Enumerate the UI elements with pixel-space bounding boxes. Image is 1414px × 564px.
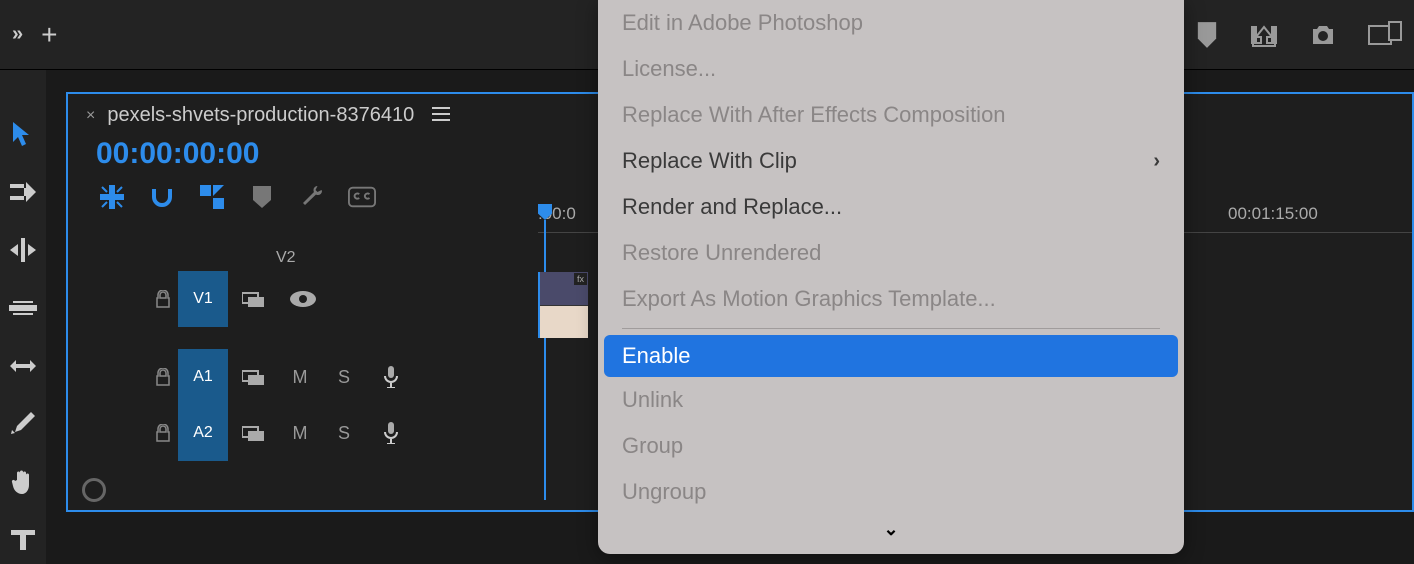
- ruler-tick: 00:01:15:00: [1228, 204, 1318, 224]
- menu-item-label: Ungroup: [622, 479, 706, 505]
- mute-button[interactable]: M: [278, 367, 322, 388]
- marker-shield-icon[interactable]: [1196, 22, 1218, 48]
- voice-over-icon[interactable]: [366, 366, 416, 388]
- menu-item: Unlink: [598, 377, 1184, 423]
- track-label-v2[interactable]: V2: [276, 249, 296, 267]
- menu-item[interactable]: Enable: [604, 335, 1178, 377]
- lock-icon[interactable]: [148, 368, 178, 386]
- menu-item: Replace With After Effects Composition: [598, 92, 1184, 138]
- solo-button[interactable]: S: [322, 423, 366, 444]
- camera-icon[interactable]: [1310, 23, 1336, 47]
- menu-item-label: License...: [622, 56, 716, 82]
- context-menu: Edit in Adobe Photoshop License... Replace…: [598, 0, 1184, 554]
- razor-tool-icon[interactable]: [9, 294, 37, 322]
- timeline-settings-icon[interactable]: [298, 183, 326, 211]
- menu-scroll-down-icon[interactable]: ⌄: [598, 515, 1184, 540]
- filmstrip-icon[interactable]: [1368, 21, 1402, 49]
- menu-item[interactable]: Render and Replace...: [598, 184, 1184, 230]
- track-target-v1[interactable]: V1: [178, 271, 228, 327]
- linked-selection-icon[interactable]: [198, 183, 226, 211]
- menu-item: License...: [598, 46, 1184, 92]
- hand-tool-icon[interactable]: [9, 468, 37, 496]
- menu-item: Edit in Adobe Photoshop: [598, 0, 1184, 46]
- toggle-track-output-icon[interactable]: [278, 291, 328, 307]
- pen-tool-icon[interactable]: [9, 410, 37, 438]
- track-target-a2[interactable]: A2: [178, 405, 228, 461]
- mute-button[interactable]: M: [278, 423, 322, 444]
- lock-icon[interactable]: [148, 290, 178, 308]
- track-select-tool-icon[interactable]: [9, 178, 37, 206]
- menu-item-label: Enable: [622, 343, 691, 369]
- tool-palette: [0, 70, 46, 564]
- menu-item-label: Export As Motion Graphics Template...: [622, 286, 996, 312]
- solo-button[interactable]: S: [322, 367, 366, 388]
- type-tool-icon[interactable]: [9, 526, 37, 554]
- lock-icon[interactable]: [148, 424, 178, 442]
- menu-item: Restore Unrendered: [598, 230, 1184, 276]
- sequence-name[interactable]: pexels-shvets-production-8376410: [107, 104, 414, 127]
- timeline-clip[interactable]: fx: [538, 272, 588, 338]
- track-sync-lock-icon[interactable]: [228, 425, 278, 441]
- add-panel-icon[interactable]: +: [41, 19, 57, 51]
- menu-item: Ungroup: [598, 469, 1184, 515]
- menu-item[interactable]: Replace With Clip ›: [598, 138, 1184, 184]
- menu-item-label: Replace With After Effects Composition: [622, 102, 1006, 128]
- menu-item-label: Replace With Clip: [622, 148, 797, 174]
- menu-item-label: Group: [622, 433, 683, 459]
- sequence-menu-icon[interactable]: [432, 104, 450, 127]
- selection-tool-icon[interactable]: [9, 120, 37, 148]
- voice-over-icon[interactable]: [366, 422, 416, 444]
- menu-separator: [622, 328, 1160, 329]
- captions-icon[interactable]: [348, 183, 376, 211]
- ripple-edit-tool-icon[interactable]: [9, 236, 37, 264]
- track-target-a1[interactable]: A1: [178, 349, 228, 405]
- close-sequence-icon[interactable]: ×: [86, 107, 95, 125]
- submenu-arrow-icon: ›: [1153, 150, 1160, 173]
- menu-item-label: Unlink: [622, 387, 683, 413]
- add-marker-icon[interactable]: [248, 183, 276, 211]
- snap-icon[interactable]: [148, 183, 176, 211]
- zoom-handle-icon[interactable]: [82, 478, 106, 502]
- menu-item-label: Restore Unrendered: [622, 240, 821, 266]
- slip-tool-icon[interactable]: [9, 352, 37, 380]
- export-frame-icon[interactable]: [1250, 23, 1278, 47]
- menu-item: Group: [598, 423, 1184, 469]
- insert-mode-icon[interactable]: [98, 183, 126, 211]
- menu-item-label: Edit in Adobe Photoshop: [622, 10, 863, 36]
- menu-item: Export As Motion Graphics Template...: [598, 276, 1184, 322]
- menu-item-label: Render and Replace...: [622, 194, 842, 220]
- panel-chevrons-icon[interactable]: »: [12, 23, 23, 46]
- track-sync-lock-icon[interactable]: [228, 291, 278, 307]
- fx-badge: fx: [574, 273, 587, 285]
- track-sync-lock-icon[interactable]: [228, 369, 278, 385]
